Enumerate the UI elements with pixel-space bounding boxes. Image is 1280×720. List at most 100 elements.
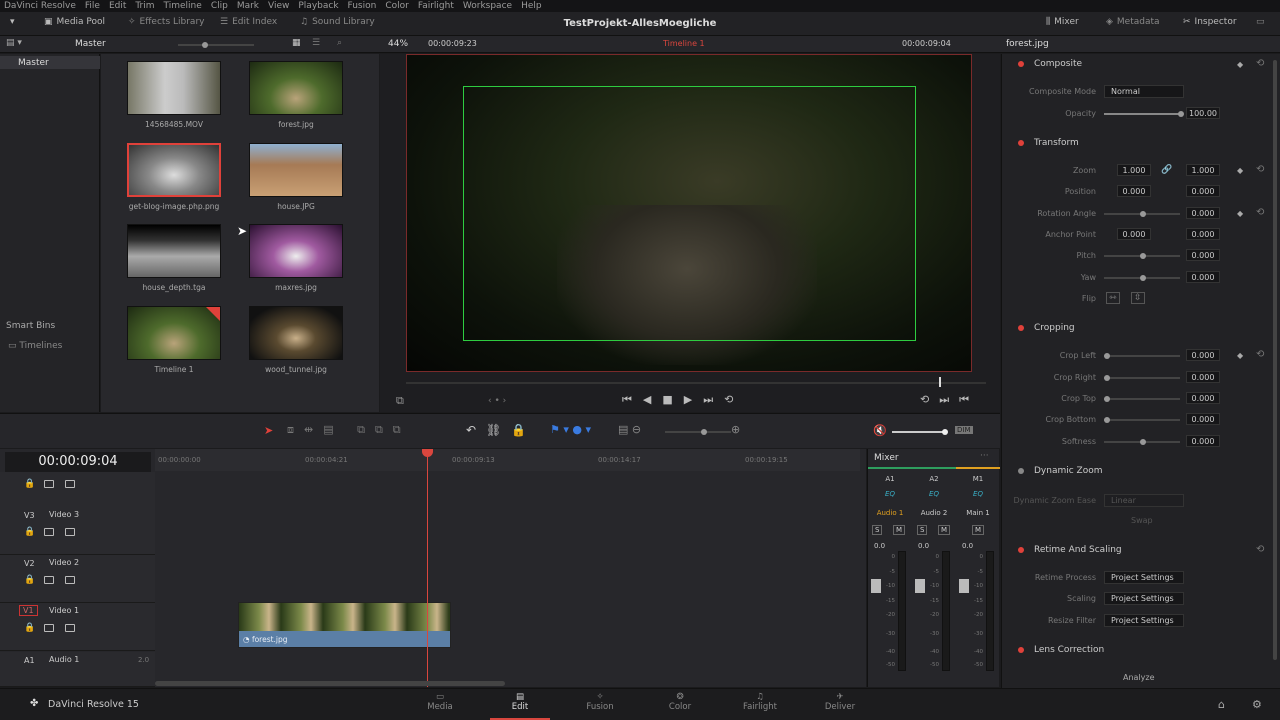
crop-top-slider[interactable] xyxy=(1104,396,1180,402)
trim-tools-icons[interactable]: ⧈⇹▤ ⧉⧉⧉ xyxy=(287,423,411,437)
rotation-value[interactable]: 0.000 xyxy=(1186,207,1220,219)
zoom-x-value[interactable]: 1.000 xyxy=(1117,164,1151,176)
menu-trim[interactable]: Trim xyxy=(135,1,154,11)
yaw-value[interactable]: 0.000 xyxy=(1186,271,1220,283)
metadata-button[interactable]: ◈ Metadata xyxy=(1106,17,1160,27)
keyframe-icon[interactable]: ◆ xyxy=(1237,60,1243,69)
lock-icon[interactable]: 🔒 xyxy=(24,527,35,537)
mute-button[interactable]: M xyxy=(893,525,906,535)
settings-gear-icon[interactable]: ⚙ xyxy=(1252,698,1262,711)
softness-value[interactable]: 0.000 xyxy=(1186,435,1220,447)
timeline-scrollbar[interactable] xyxy=(155,681,505,686)
crop-left-value[interactable]: 0.000 xyxy=(1186,349,1220,361)
mute-button[interactable]: M xyxy=(938,525,951,535)
reset-icon[interactable]: ⟲ xyxy=(1256,207,1264,218)
section-dynamic-zoom[interactable]: Dynamic Zoom xyxy=(1008,461,1270,481)
fullscreen-icon[interactable]: ▭ xyxy=(1256,17,1265,27)
retime-process-dropdown[interactable]: Project Settings xyxy=(1104,571,1184,584)
position-x-value[interactable]: 0.000 xyxy=(1117,185,1151,197)
page-tab-media[interactable]: ▭ Media xyxy=(410,692,470,712)
section-transform[interactable]: Transform xyxy=(1008,133,1270,153)
section-cropping[interactable]: Cropping xyxy=(1008,318,1270,338)
reset-icon[interactable]: ⟲ xyxy=(1256,164,1264,175)
track-id[interactable]: V1 xyxy=(19,605,38,616)
auto-select-icon[interactable] xyxy=(44,528,54,536)
clip-nav-icon[interactable]: ‹ • › xyxy=(488,396,506,406)
menu-workspace[interactable]: Workspace xyxy=(463,1,512,11)
clip-thumbnail[interactable] xyxy=(249,224,343,278)
menu-app[interactable]: DaVinci Resolve xyxy=(4,1,76,11)
transport-controls[interactable]: ⏮◀■▶⏭⟲ xyxy=(622,393,744,407)
solo-button[interactable]: S xyxy=(872,525,883,535)
menu-timeline[interactable]: Timeline xyxy=(164,1,202,11)
match-frame-icons[interactable]: ⟲⏭⏮ xyxy=(920,393,979,407)
anchor-y-value[interactable]: 0.000 xyxy=(1186,228,1220,240)
menu-file[interactable]: File xyxy=(85,1,100,11)
reset-icon[interactable]: ⟲ xyxy=(1256,349,1264,360)
flip-horizontal-icon[interactable]: ⇿ xyxy=(1106,292,1120,304)
track-visibility-icon[interactable] xyxy=(65,480,75,488)
reset-icon[interactable]: ⟲ xyxy=(1256,58,1264,69)
dynamic-zoom-ease-dropdown[interactable]: Linear xyxy=(1104,494,1184,507)
mute-button[interactable]: M xyxy=(972,525,985,535)
viewer-scrubber[interactable] xyxy=(406,377,986,387)
resize-filter-dropdown[interactable]: Project Settings xyxy=(1104,614,1184,627)
media-pool-button[interactable]: ▣ Media Pool xyxy=(44,17,105,27)
effects-library-button[interactable]: ✧ Effects Library xyxy=(128,17,204,27)
viewer-zoom[interactable]: 44% xyxy=(388,39,408,49)
flag-icon[interactable]: ⚑ ▾ ● ▾ xyxy=(550,423,591,436)
flip-vertical-icon[interactable]: ⇳ xyxy=(1131,292,1145,304)
page-tab-color[interactable]: ❂ Color xyxy=(650,692,710,712)
section-retime-scaling[interactable]: Retime And Scaling xyxy=(1008,540,1270,560)
lock-icon[interactable]: 🔒 xyxy=(24,575,35,585)
link-icon[interactable]: 🔗 xyxy=(1161,165,1172,175)
timeline-zoom-slider[interactable] xyxy=(665,429,731,435)
smart-bin-timelines[interactable]: ▭ Timelines xyxy=(8,341,62,351)
dim-button[interactable]: DIM xyxy=(955,426,973,434)
zoom-out-icon[interactable]: ▤ ⊖ xyxy=(618,423,641,436)
home-icon[interactable]: ⌂ xyxy=(1218,698,1225,711)
section-lens-correction[interactable]: Lens Correction xyxy=(1008,640,1270,660)
enable-toggle[interactable] xyxy=(1018,547,1024,553)
scaling-dropdown[interactable]: Project Settings xyxy=(1104,592,1184,605)
page-tab-edit[interactable]: ▤ Edit xyxy=(490,692,550,720)
clip-thumbnail[interactable] xyxy=(249,143,343,197)
menu-fairlight[interactable]: Fairlight xyxy=(418,1,454,11)
menu-playback[interactable]: Playback xyxy=(298,1,338,11)
track-name[interactable]: Video 2 xyxy=(49,558,79,567)
swap-button[interactable]: Swap xyxy=(1131,516,1153,525)
enable-toggle[interactable] xyxy=(1018,140,1024,146)
softness-slider[interactable] xyxy=(1104,439,1180,445)
clip-thumbnail-selected[interactable] xyxy=(127,143,221,197)
thumb-size-slider[interactable] xyxy=(178,42,254,48)
snap-link-lock-icons[interactable]: ↶⛓🔒 xyxy=(466,423,536,437)
zoom-in-icon[interactable]: ⊕ xyxy=(731,423,740,436)
inspector-button[interactable]: ✂ Inspector xyxy=(1183,17,1237,27)
pitch-slider[interactable] xyxy=(1104,253,1180,259)
analyze-button[interactable]: Analyze xyxy=(1123,673,1155,682)
keyframe-icon[interactable]: ◆ xyxy=(1237,209,1243,218)
solo-button[interactable]: S xyxy=(917,525,928,535)
lock-icon[interactable]: 🔒 xyxy=(24,479,35,489)
sound-library-button[interactable]: ♫ Sound Library xyxy=(300,17,375,27)
rotation-slider[interactable] xyxy=(1104,211,1180,217)
reset-icon[interactable]: ⟲ xyxy=(1256,544,1264,555)
clip-thumbnail[interactable] xyxy=(249,306,343,360)
enable-toggle[interactable] xyxy=(1018,325,1024,331)
track-name[interactable]: Video 1 xyxy=(49,606,79,615)
crop-bottom-value[interactable]: 0.000 xyxy=(1186,413,1220,425)
viewer-mode-icon[interactable]: ⧉ xyxy=(396,394,404,408)
eq-button[interactable]: EQ xyxy=(912,490,956,498)
track-visibility-icon[interactable] xyxy=(65,624,75,632)
position-y-value[interactable]: 0.000 xyxy=(1186,185,1220,197)
lock-icon[interactable]: 🔒 xyxy=(24,623,35,633)
opacity-value[interactable]: 100.00 xyxy=(1186,107,1220,119)
inspector-scrollbar[interactable] xyxy=(1273,60,1277,660)
transform-bounding-box[interactable] xyxy=(463,86,916,341)
menu-edit[interactable]: Edit xyxy=(109,1,126,11)
more-options-icon[interactable]: ··· xyxy=(980,451,989,461)
list-view-icon[interactable]: ☰ xyxy=(312,38,320,48)
menu-fusion[interactable]: Fusion xyxy=(348,1,377,11)
track-visibility-icon[interactable] xyxy=(65,576,75,584)
bin-master[interactable]: Master xyxy=(0,56,100,69)
